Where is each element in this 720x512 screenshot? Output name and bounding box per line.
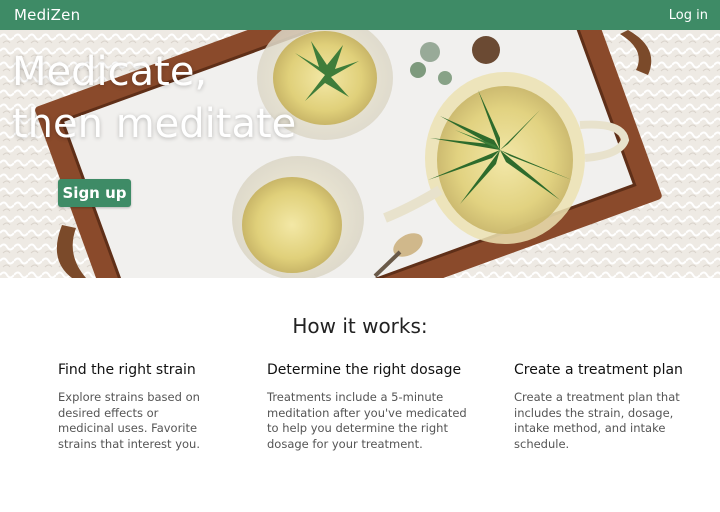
hero-title-line2: then meditate	[12, 101, 297, 147]
how-it-works-section: How it works: Find the right strain Expl…	[0, 278, 720, 512]
top-navbar: MediZen Log in	[0, 0, 720, 30]
hero-title-line1: Medicate,	[12, 49, 208, 95]
step-heading: Determine the right dosage	[267, 362, 462, 378]
signup-button[interactable]: Sign up	[58, 179, 131, 207]
step-description: Treatments include a 5-minute meditation…	[267, 390, 467, 451]
step-determine-dosage: Determine the right dosage Treatments in…	[267, 362, 467, 452]
step-heading: Create a treatment plan	[514, 362, 683, 378]
step-description: Create a treatment plan that includes th…	[514, 390, 680, 451]
step-treatment-plan: Create a treatment plan Create a treatme…	[514, 362, 694, 452]
step-heading: Find the right strain	[58, 362, 196, 378]
hero-title: Medicate, then meditate	[12, 46, 296, 150]
brand-logo[interactable]: MediZen	[14, 6, 80, 24]
how-it-works-title: How it works:	[292, 314, 428, 338]
login-link[interactable]: Log in	[669, 8, 708, 23]
step-find-strain: Find the right strain Explore strains ba…	[58, 362, 208, 452]
hero-banner: Medicate, then meditate Sign up	[0, 30, 720, 278]
step-description: Explore strains based on desired effects…	[58, 390, 200, 451]
